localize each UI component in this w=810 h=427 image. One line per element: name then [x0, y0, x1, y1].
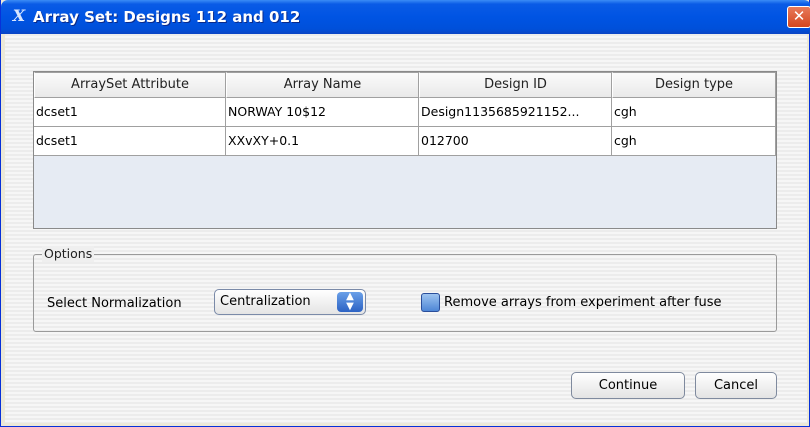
table-cell[interactable]: cgh	[612, 98, 776, 127]
options-legend: Options	[42, 246, 95, 262]
table-cell[interactable]: dcset1	[34, 127, 226, 156]
cancel-button[interactable]: Cancel	[695, 372, 777, 399]
normalization-label: Select Normalization	[47, 296, 182, 311]
continue-button[interactable]: Continue	[571, 372, 685, 399]
table-row[interactable]: dcset1 NORWAY 10$12 Design1135685921152.…	[34, 98, 776, 127]
table-row[interactable]: dcset1 XXvXY+0.1 012700 cgh	[34, 127, 776, 156]
updown-arrows-icon[interactable]: ▲ ▼	[337, 292, 363, 312]
normalization-select[interactable]: Centralization ▲ ▼	[214, 289, 366, 315]
normalization-value: Centralization	[220, 294, 311, 309]
options-group: Options Select Normalization Centralizat…	[33, 246, 777, 332]
dialog-content: ArraySet Attribute Array Name Design ID …	[5, 34, 807, 423]
table-header: ArraySet Attribute Array Name Design ID …	[34, 72, 776, 98]
column-header-design-type[interactable]: Design type	[612, 72, 776, 98]
table-cell[interactable]: XXvXY+0.1	[226, 127, 419, 156]
window-title: Array Set: Designs 112 and 012	[33, 8, 301, 26]
remove-arrays-checkbox[interactable]	[421, 293, 440, 312]
array-set-dialog: X Array Set: Designs 112 and 012 ✕ Array…	[0, 0, 810, 427]
column-header-array-name[interactable]: Array Name	[226, 72, 419, 98]
app-logo-icon: X	[12, 6, 26, 25]
column-header-arrayset-attribute[interactable]: ArraySet Attribute	[34, 72, 226, 98]
title-bar[interactable]: X Array Set: Designs 112 and 012 ✕	[1, 0, 810, 34]
close-button[interactable]: ✕	[787, 6, 810, 28]
table-cell[interactable]: NORWAY 10$12	[226, 98, 419, 127]
remove-arrays-label[interactable]: Remove arrays from experiment after fuse	[444, 295, 722, 311]
table-cell[interactable]: 012700	[419, 127, 612, 156]
table-cell[interactable]: cgh	[612, 127, 776, 156]
table-cell[interactable]: dcset1	[34, 98, 226, 127]
table-cell[interactable]: Design1135685921152...	[419, 98, 612, 127]
column-header-design-id[interactable]: Design ID	[419, 72, 612, 98]
arrayset-table[interactable]: ArraySet Attribute Array Name Design ID …	[33, 71, 777, 229]
